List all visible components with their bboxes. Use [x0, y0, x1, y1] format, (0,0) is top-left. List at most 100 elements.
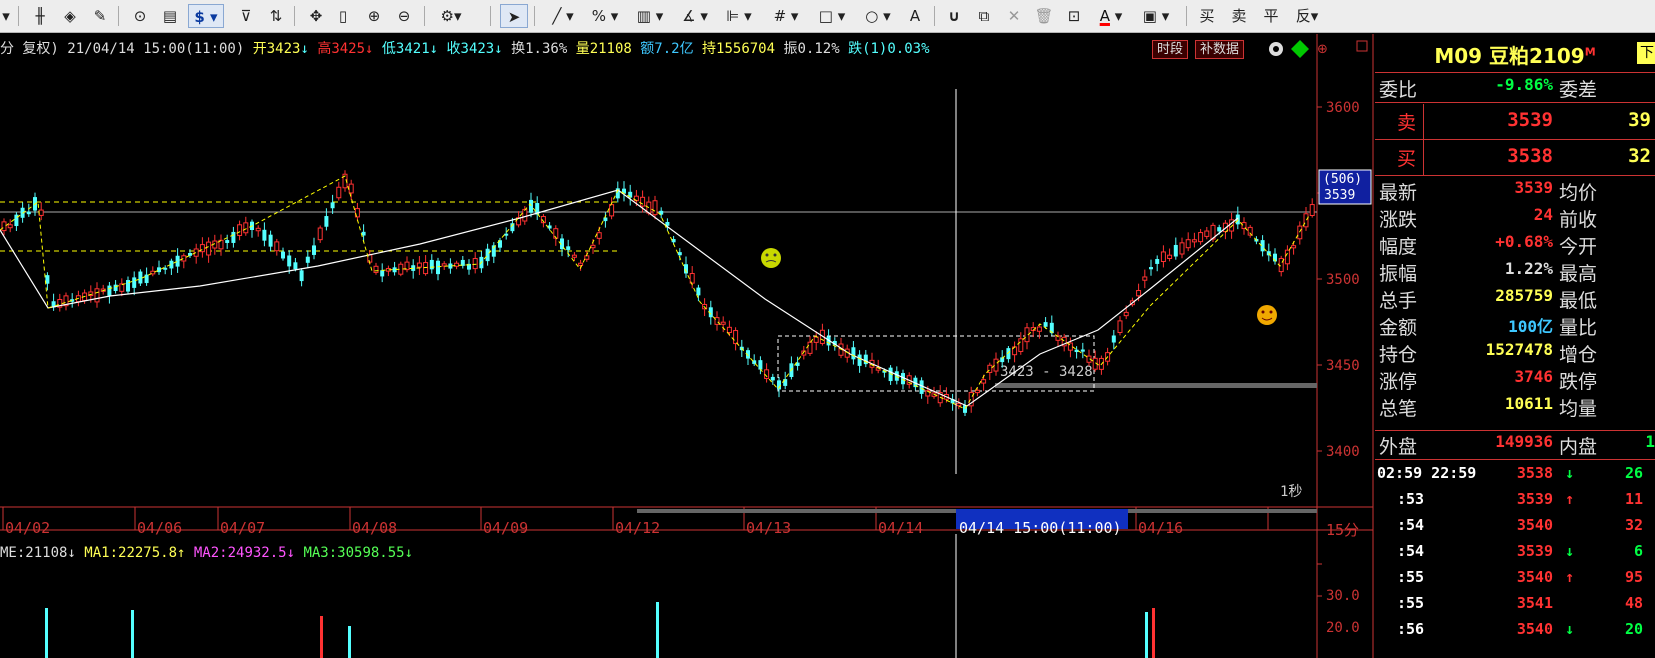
tick-price: 3540 [1516, 620, 1553, 638]
candle-body [1185, 239, 1191, 249]
smiley-icon [761, 248, 781, 268]
candle-body [107, 285, 112, 296]
stat-value: 3539 [1514, 178, 1553, 197]
stat-row: 涨跌 24 前收 [1375, 205, 1655, 231]
candle-body [1173, 244, 1178, 257]
sell-row[interactable]: 卖 3539 39 [1375, 106, 1655, 138]
info-high: 高3425 [317, 41, 366, 57]
info-amount: 额7.2亿 [640, 41, 694, 57]
candles-group [1, 170, 1315, 416]
buy-button[interactable]: 买 [1196, 4, 1218, 28]
move-icon[interactable]: ✥ [304, 4, 328, 28]
dropdown-arrow-icon[interactable]: ▾ [0, 4, 12, 28]
period-button[interactable]: 时段 [1152, 40, 1189, 59]
price-tick: 3500 [1326, 272, 1360, 288]
stat-label: 持仓 [1379, 344, 1418, 366]
candle-body [237, 224, 243, 236]
candle-body [807, 341, 813, 354]
candle-body [416, 262, 422, 268]
lock-icon[interactable]: ⊡ [1062, 4, 1086, 28]
candle-body [1123, 311, 1129, 317]
filter-icon[interactable]: ⊽ [234, 4, 258, 28]
stat-row: 金额 100亿 量比 [1375, 313, 1655, 339]
stat-label: 幅度 [1379, 236, 1418, 258]
tick-price: 3540 [1516, 516, 1553, 534]
save-icon[interactable]: ▣ ▾ [1136, 4, 1176, 28]
trash-icon[interactable]: 🗑 [1032, 4, 1056, 28]
tick-direction-icon: ↓ [1565, 464, 1575, 482]
sell-qty: 39 [1628, 109, 1651, 131]
buy-row[interactable]: 买 3538 32 [1375, 142, 1655, 174]
candle-body [1142, 276, 1148, 281]
candle-body [336, 186, 342, 199]
tick-price: 3539 [1516, 542, 1553, 560]
line-draw-icon[interactable]: ╱ ▾ [544, 4, 582, 28]
updown-icon[interactable]: ⇅ [264, 4, 288, 28]
tick-time: :54 [1397, 542, 1425, 560]
vol-value: ME:21108 [0, 545, 68, 561]
reverse-button[interactable]: 反▾ [1292, 4, 1322, 28]
tick-time: :53 [1397, 490, 1425, 508]
stat-label: 金额 [1379, 317, 1418, 339]
dollar-button[interactable]: $ ▾ [188, 4, 224, 28]
stat-value: 10611 [1504, 394, 1553, 413]
gear-icon[interactable]: ⚙▾ [434, 4, 468, 28]
candle-body [274, 241, 280, 252]
stat-label-2: 均量 [1559, 398, 1598, 420]
cursor-bar-icon[interactable]: ▯ [334, 4, 352, 28]
pen-edit-icon[interactable]: ✎ [88, 4, 112, 28]
stat-label: 振幅 [1379, 263, 1418, 285]
candle-body [714, 317, 720, 325]
candle-body [813, 336, 819, 343]
ma2-value: MA2:24932.5 [193, 545, 287, 561]
candle-body [857, 354, 862, 366]
tick-row: :55 3541 48 [1375, 594, 1655, 620]
text-A-icon[interactable]: A [904, 4, 926, 28]
magnet-icon[interactable]: ∪ [942, 4, 966, 28]
candle-body [373, 265, 379, 273]
candle-body [299, 270, 304, 282]
supplement-data-button[interactable]: 补数据 [1195, 40, 1245, 59]
candle-body [157, 267, 161, 273]
zoom-in-icon[interactable]: ⊕ [362, 4, 386, 28]
document-icon[interactable]: ▤ [158, 4, 182, 28]
angle-icon[interactable]: ∡ ▾ [676, 4, 714, 28]
zoom-out-icon[interactable]: ⊖ [392, 4, 416, 28]
buy-qty: 32 [1628, 145, 1651, 167]
candle-body [566, 246, 571, 250]
grid-icon[interactable]: # ▾ [766, 4, 806, 28]
ellipse-icon[interactable]: ○ ▾ [858, 4, 898, 28]
stat-label-2: 今开 [1559, 236, 1598, 258]
stat-value: +0.68% [1495, 232, 1553, 251]
tick-qty: 95 [1624, 568, 1643, 586]
percent-icon[interactable]: % ▾ [586, 4, 624, 28]
stat-label-2: 前收 [1559, 209, 1598, 231]
delete-icon[interactable]: ✕ [1002, 4, 1026, 28]
play-circle-icon[interactable]: ⊙ [128, 4, 152, 28]
tick-direction-icon: ↓ [1565, 620, 1575, 638]
candle-body [119, 283, 125, 292]
pointer-icon[interactable]: ➤ [500, 4, 528, 28]
rectangle-icon[interactable]: □ ▾ [812, 4, 852, 28]
candle-body [578, 262, 584, 266]
diamond-icon[interactable]: ◈ [58, 4, 82, 28]
date-tick: 04/12 [615, 519, 661, 537]
period-label[interactable]: 15分 [1326, 519, 1359, 540]
sell-button[interactable]: 卖 [1228, 4, 1250, 28]
candle-body [1136, 290, 1142, 297]
info-volume: 量21108 [575, 41, 632, 57]
panel-corner-button[interactable]: 下 [1637, 42, 1655, 64]
candle-body [1278, 257, 1284, 273]
ruler-icon[interactable]: ▥ ▾ [630, 4, 670, 28]
info-change: 换1.36% [511, 41, 568, 57]
candle-body [367, 254, 373, 263]
copy-icon[interactable]: ⧉ [972, 4, 996, 28]
close-position-button[interactable]: 平 [1260, 4, 1282, 28]
candlestick-icon[interactable]: ╫ [28, 4, 52, 28]
candle-body [677, 252, 682, 256]
kline-chart[interactable]: 3423 - 3428 ⊕ [0, 34, 1375, 658]
color-A-icon[interactable]: A ▾ [1092, 4, 1130, 28]
parallel-icon[interactable]: ⊫ ▾ [720, 4, 758, 28]
second-label: 1秒 [1280, 484, 1303, 500]
candle-body [596, 232, 602, 239]
